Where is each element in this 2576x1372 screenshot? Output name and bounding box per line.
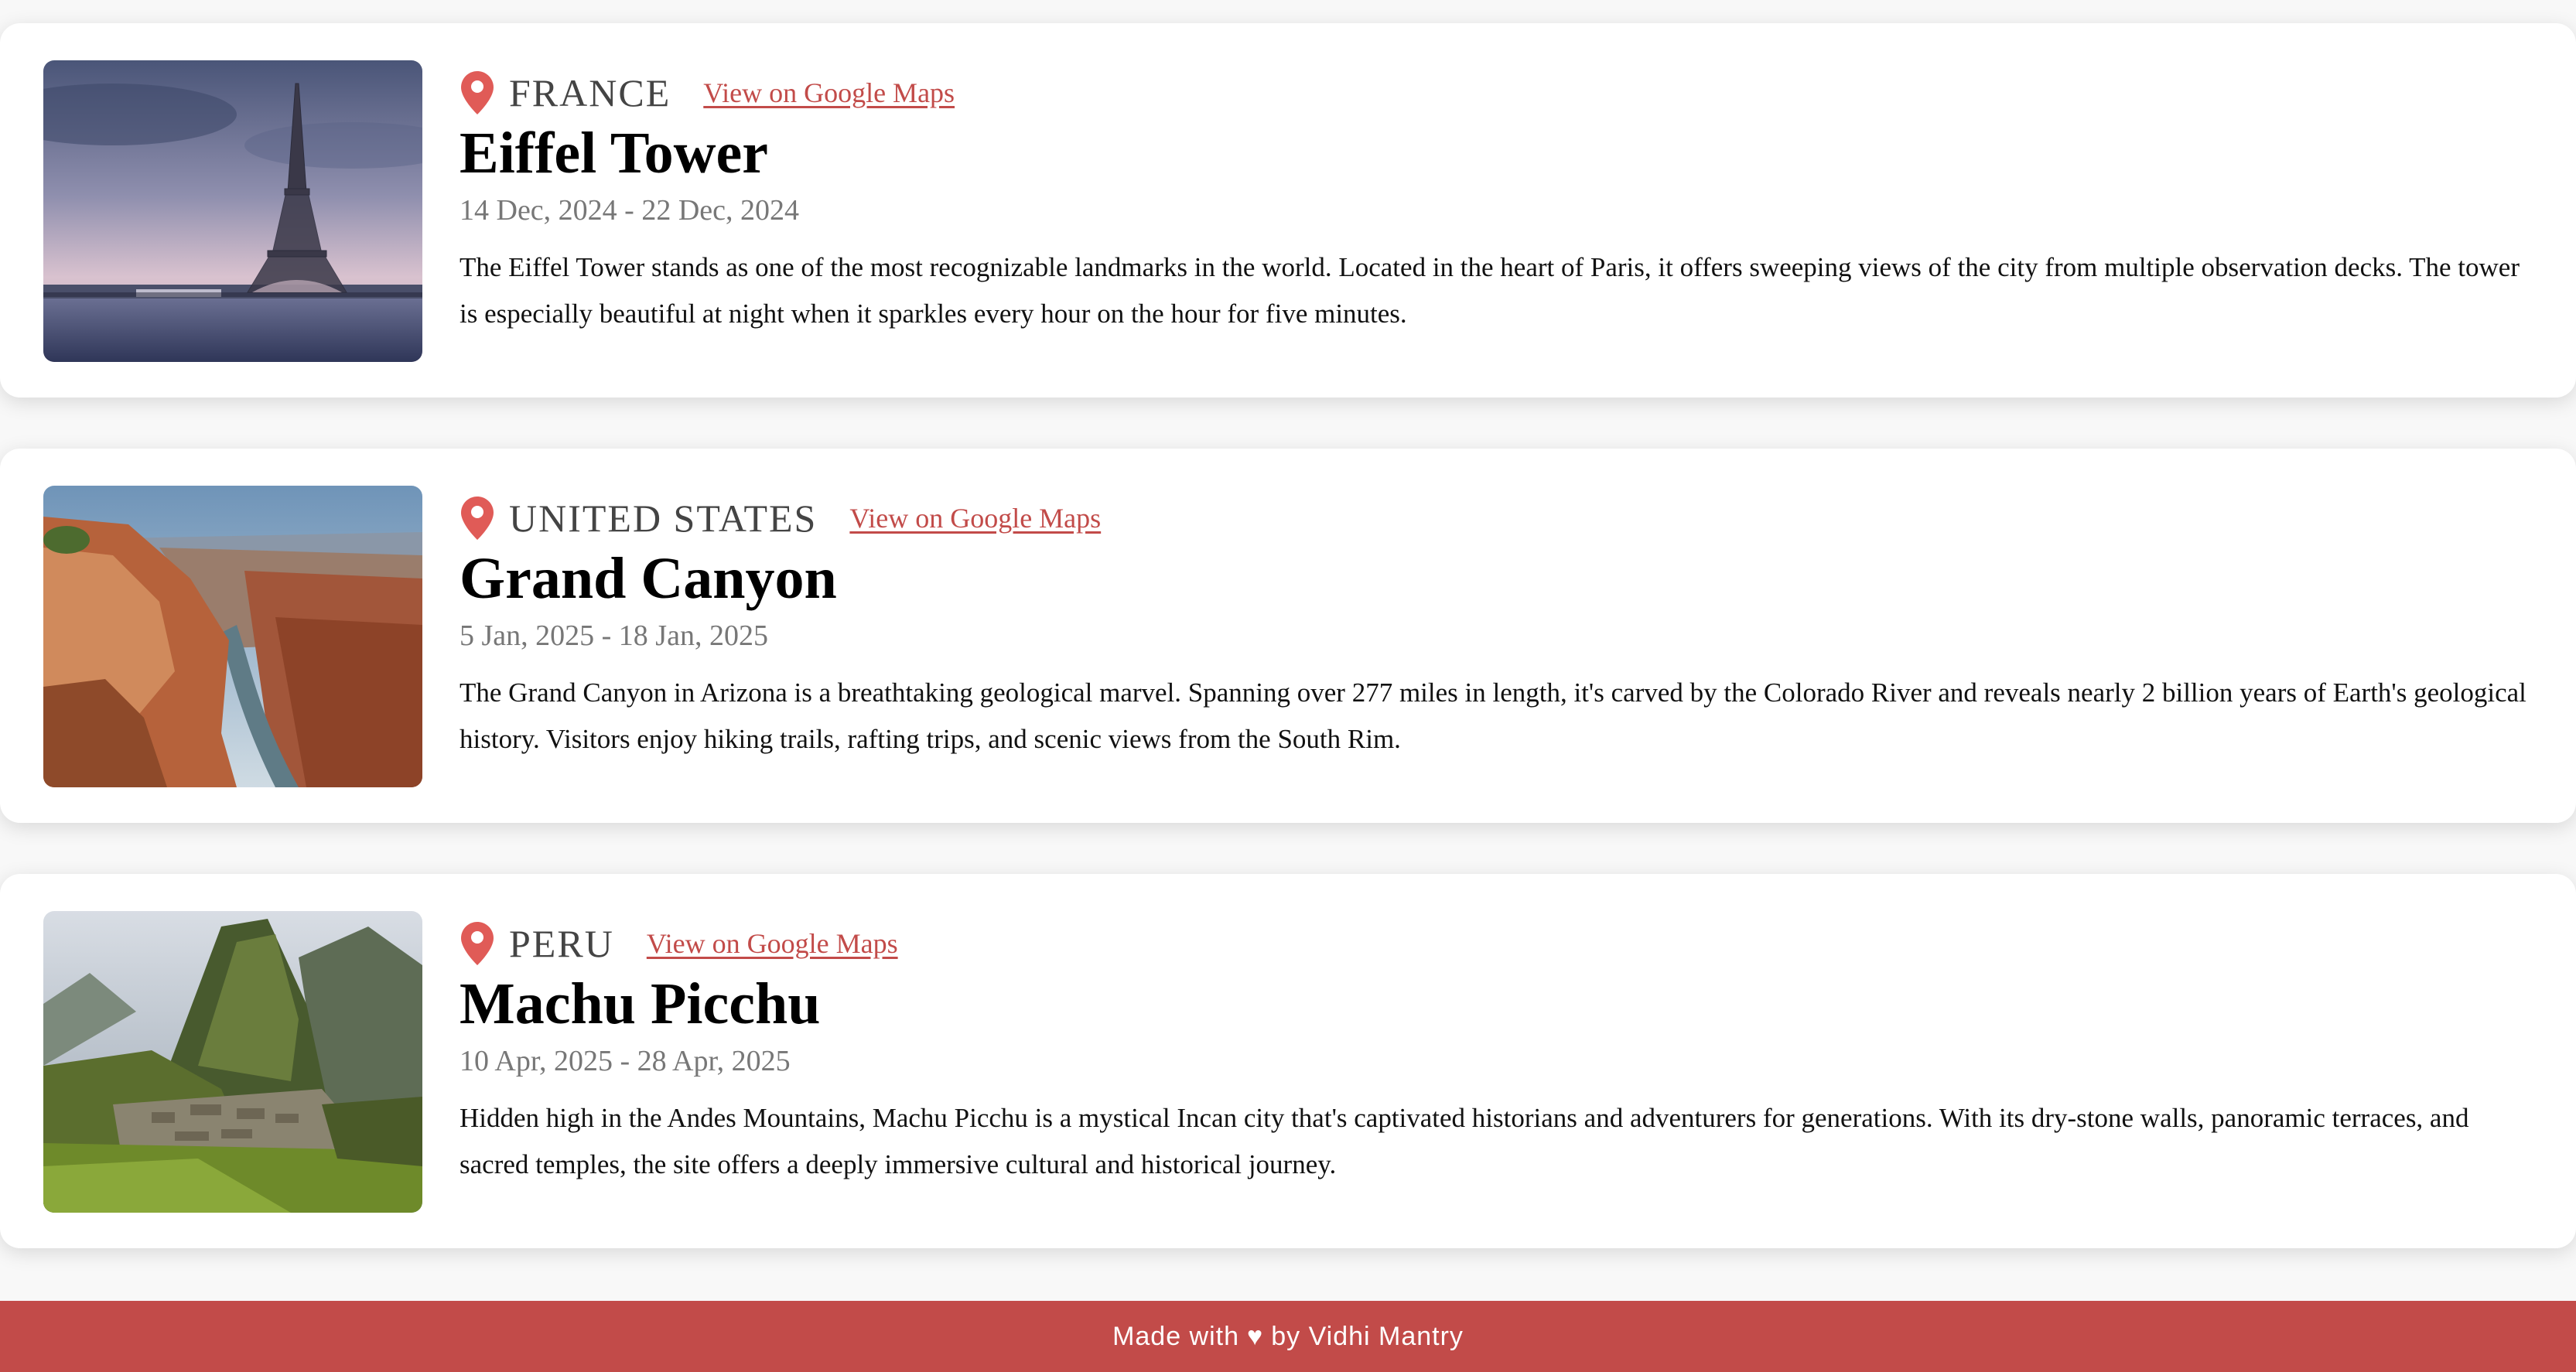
google-maps-link[interactable]: View on Google Maps <box>849 493 1101 543</box>
grand-canyon-photo <box>43 486 422 787</box>
heart-icon: ♥ <box>1247 1321 1264 1351</box>
country-label: FRANCE <box>509 71 671 114</box>
google-maps-link[interactable]: View on Google Maps <box>703 68 955 118</box>
country-label: UNITED STATES <box>509 497 818 540</box>
destination-description: Hidden high in the Andes Mountains, Mach… <box>460 1103 2469 1179</box>
destination-card: PERU View on Google Maps Machu Picchu 10… <box>0 874 2576 1248</box>
trip-dates: 10 Apr, 2025 - 28 Apr, 2025 <box>460 1045 791 1077</box>
location-row: UNITED STATES View on Google Maps <box>460 493 2536 543</box>
destination-description: The Eiffel Tower stands as one of the mo… <box>460 252 2520 329</box>
destination-card: UNITED STATES View on Google Maps Grand … <box>0 449 2576 823</box>
destination-info: FRANCE View on Google Maps Eiffel Tower … <box>460 68 2536 337</box>
destination-title: Grand Canyon <box>460 546 837 611</box>
eiffel-tower-photo <box>43 60 422 362</box>
destination-title: Machu Picchu <box>460 971 821 1036</box>
map-pin-icon <box>460 70 495 116</box>
machu-picchu-photo <box>43 911 422 1213</box>
trip-dates: 14 Dec, 2024 - 22 Dec, 2024 <box>460 194 800 227</box>
map-pin-icon <box>460 920 495 967</box>
destination-info: UNITED STATES View on Google Maps Grand … <box>460 493 2536 763</box>
destination-description: The Grand Canyon in Arizona is a breatht… <box>460 677 2526 754</box>
country-label: PERU <box>509 922 614 965</box>
footer-prefix: Made with <box>1112 1321 1240 1351</box>
google-maps-link[interactable]: View on Google Maps <box>647 919 898 968</box>
footer-author: by Vidhi Mantry <box>1271 1321 1464 1351</box>
location-row: PERU View on Google Maps <box>460 919 2536 968</box>
destination-title: Eiffel Tower <box>460 121 768 186</box>
location-row: FRANCE View on Google Maps <box>460 68 2536 118</box>
destination-info: PERU View on Google Maps Machu Picchu 10… <box>460 919 2536 1188</box>
trip-dates: 5 Jan, 2025 - 18 Jan, 2025 <box>460 619 768 652</box>
destination-card: FRANCE View on Google Maps Eiffel Tower … <box>0 23 2576 398</box>
page-footer: Made with ♥ by Vidhi Mantry <box>0 1301 2576 1372</box>
map-pin-icon <box>460 495 495 541</box>
